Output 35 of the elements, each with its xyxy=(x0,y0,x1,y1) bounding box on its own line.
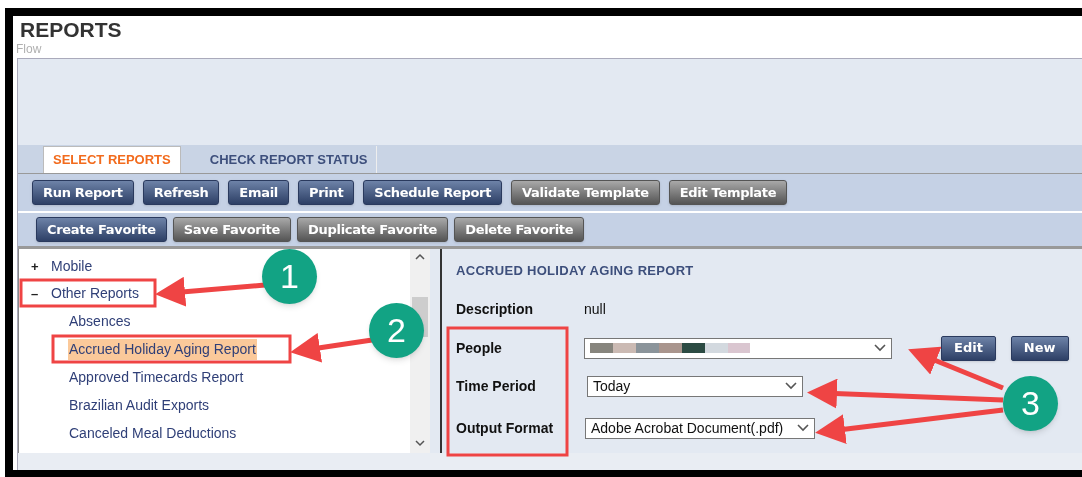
dropdown[interactable]: Adobe Acrobat Document(.pdf) xyxy=(585,417,815,439)
tree-folder[interactable]: Other Reports xyxy=(51,283,139,304)
dropdown[interactable]: Today xyxy=(587,375,803,397)
people-button[interactable]: Edit xyxy=(941,335,996,361)
field-value: null xyxy=(584,299,607,319)
tree-item[interactable]: Approved Timecards Report xyxy=(68,366,245,388)
toolbar-button[interactable]: Print xyxy=(298,180,355,205)
scroll-up-icon[interactable] xyxy=(415,253,423,261)
page-title: REPORTS xyxy=(20,18,122,42)
field-label: Output Format xyxy=(456,418,555,438)
dropdown-value: Adobe Acrobat Document(.pdf) xyxy=(591,418,784,438)
tree-item[interactable]: Canceled Meal Deductions xyxy=(68,422,238,444)
dropdown-chevron-icon[interactable] xyxy=(785,382,797,390)
people-button[interactable]: New xyxy=(1010,335,1069,361)
toolbar-button[interactable]: Create Favorite xyxy=(36,217,167,242)
toolbar-button[interactable]: Email xyxy=(228,180,289,205)
field-label: Description xyxy=(456,299,534,319)
field-label: People xyxy=(456,338,503,358)
scroll-down-icon[interactable] xyxy=(415,439,423,447)
dropdown-chevron-icon[interactable] xyxy=(874,344,886,352)
toolbar-button[interactable]: Refresh xyxy=(142,180,220,205)
dropdown-chevron-icon[interactable] xyxy=(797,424,809,432)
expand-toggle[interactable]: + xyxy=(31,256,51,277)
tree-folder[interactable]: Mobile xyxy=(51,256,93,277)
toolbar-button[interactable]: Schedule Report xyxy=(363,180,503,205)
field-label: Time Period xyxy=(456,376,537,396)
tree-item[interactable]: Brazilian Audit Exports xyxy=(68,394,211,416)
tree-item[interactable]: Accrued Holiday Aging Report xyxy=(68,338,257,360)
dropdown-value: Today xyxy=(593,376,631,396)
expand-toggle[interactable]: – xyxy=(31,283,51,304)
tree-item[interactable]: Absences xyxy=(68,310,132,332)
toolbar-button[interactable]: Run Report xyxy=(32,180,134,205)
people-dropdown[interactable] xyxy=(584,337,892,359)
section-title: ACCRUED HOLIDAY AGING REPORT xyxy=(456,262,695,280)
faint-label: Flow xyxy=(16,43,42,56)
